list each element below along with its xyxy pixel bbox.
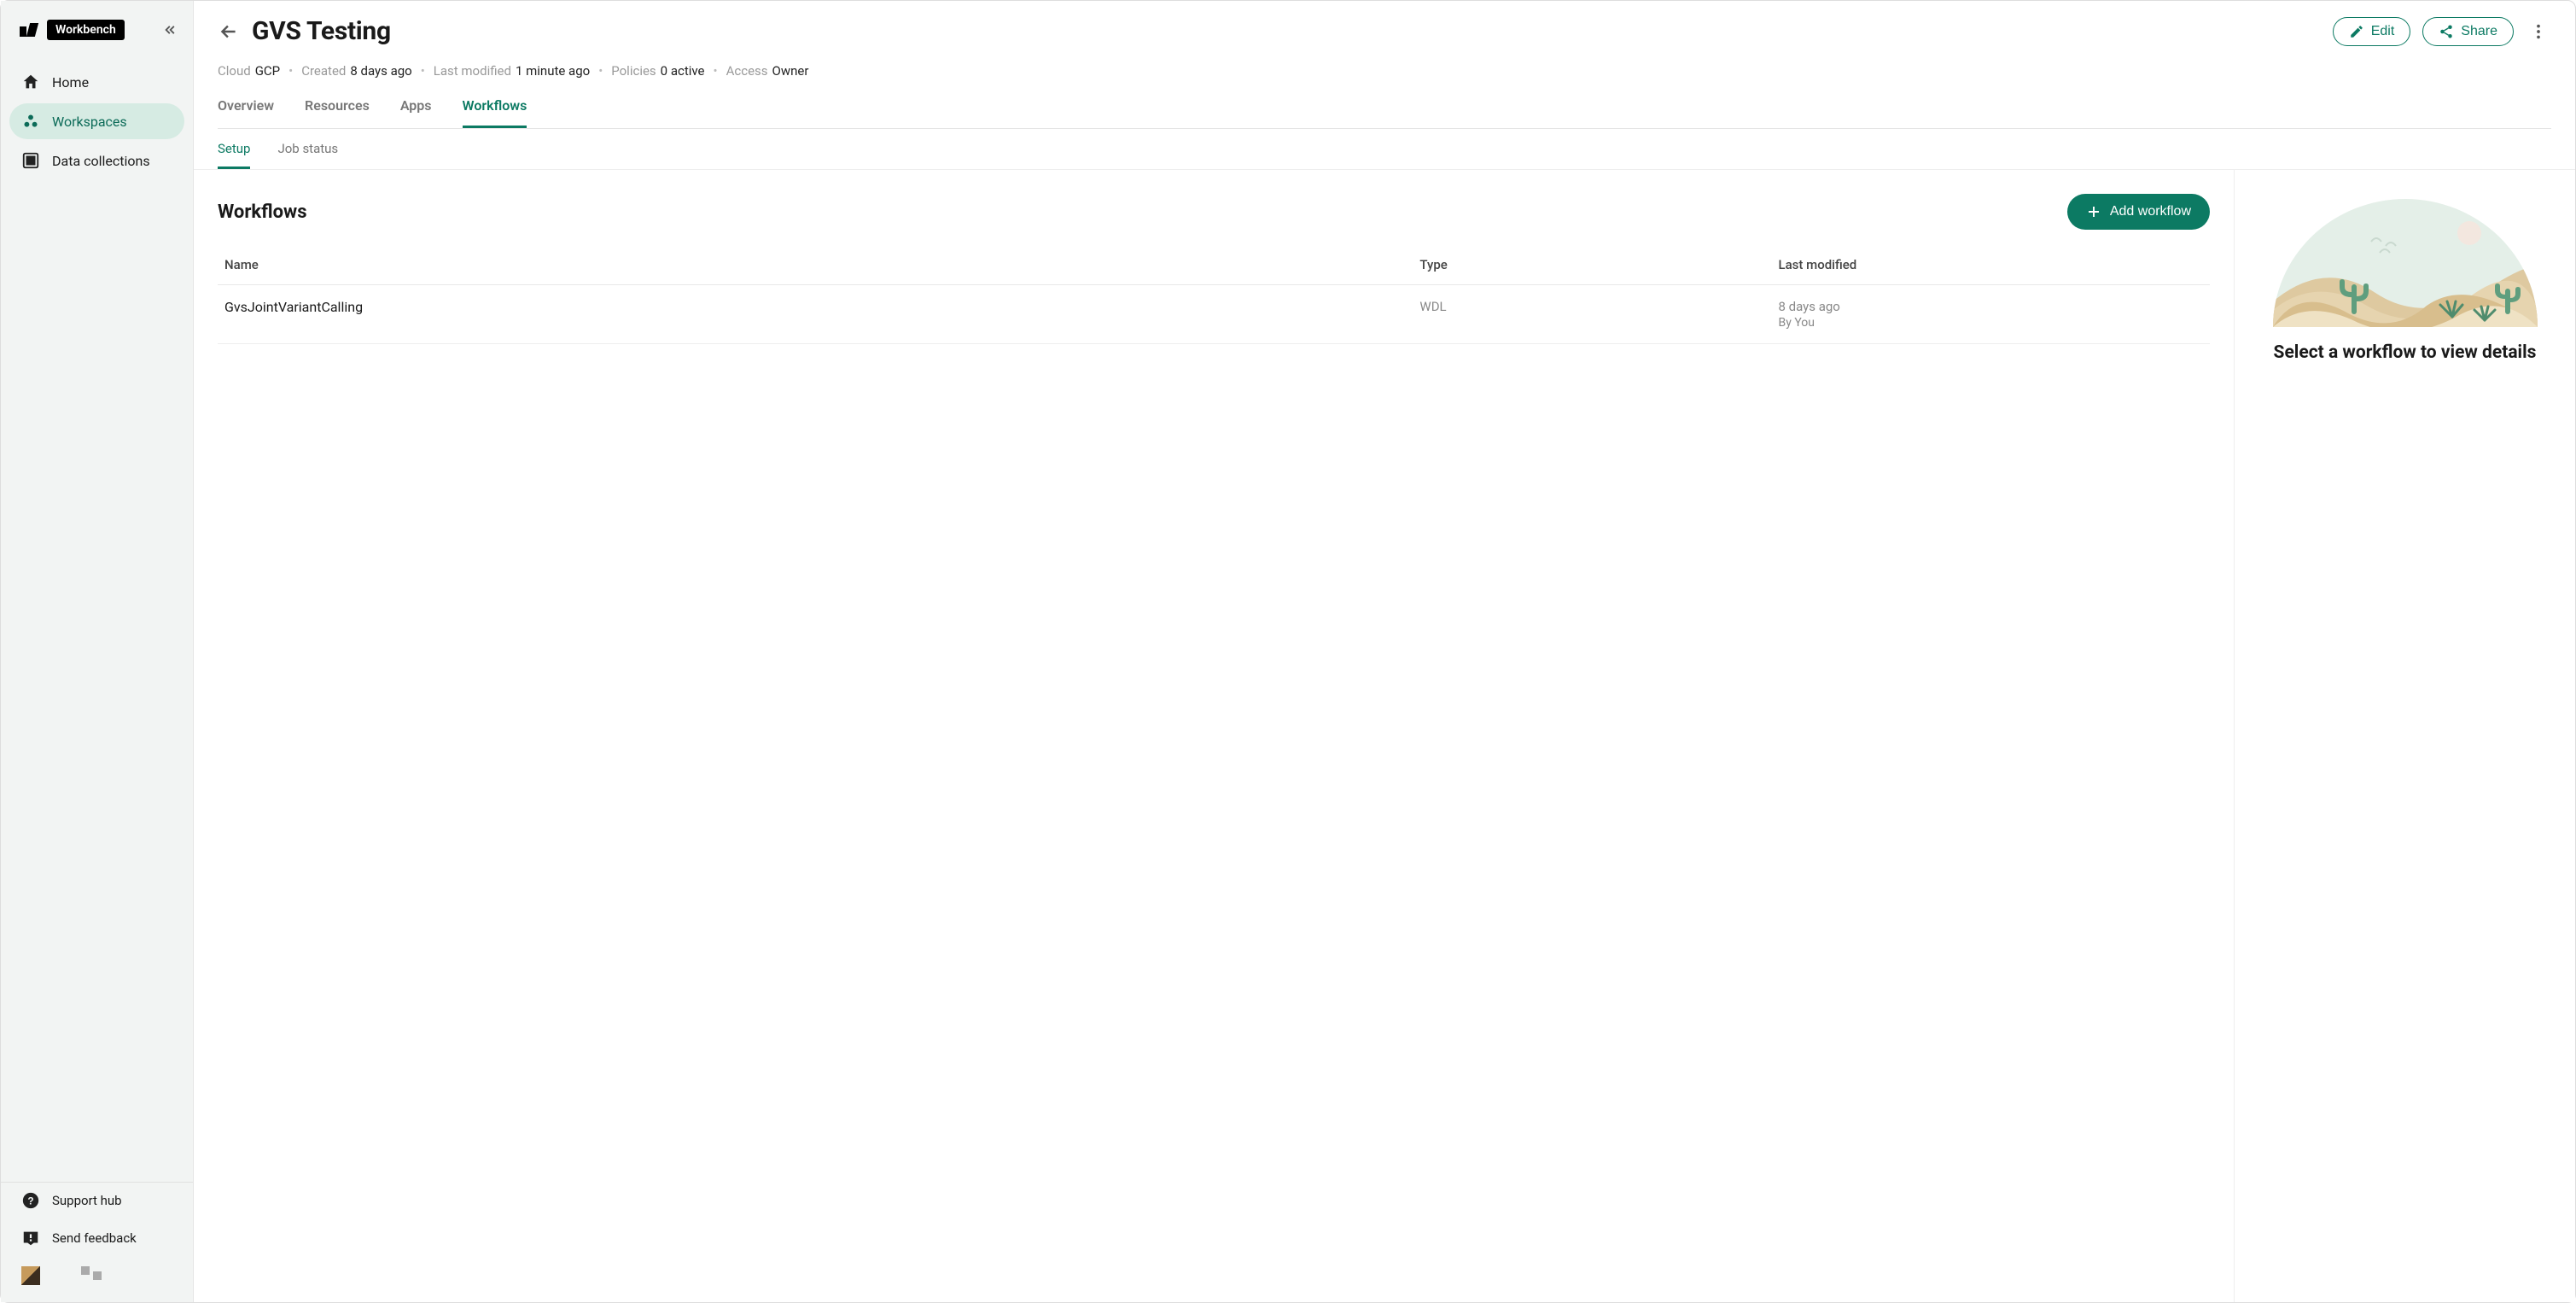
meta-policies: Policies 0 active <box>611 63 704 79</box>
sidebar: Workbench Home Workspaces Data collectio… <box>1 1 194 1302</box>
workflows-table: Name Type Last modified GvsJointVariantC… <box>218 245 2210 344</box>
nav-item-support-hub[interactable]: ? Support hub <box>9 1183 184 1218</box>
meta-created: Created 8 days ago <box>301 63 412 79</box>
svg-text:?: ? <box>27 1195 33 1207</box>
workspaces-icon <box>21 112 40 131</box>
share-icon <box>2439 24 2454 39</box>
section-header: Workflows Add workflow <box>218 194 2210 230</box>
edit-label: Edit <box>2371 24 2395 39</box>
feedback-icon <box>21 1229 40 1247</box>
title-row: GVS Testing Edit Share <box>218 16 2551 46</box>
sidebar-header: Workbench <box>1 1 193 49</box>
meta-access: Access Owner <box>726 63 809 79</box>
nav-item-data-collections[interactable]: Data collections <box>9 143 184 178</box>
edit-button[interactable]: Edit <box>2333 17 2411 46</box>
meta-modified: Last modified 1 minute ago <box>434 63 590 79</box>
avatar <box>21 1266 40 1285</box>
nav-item-send-feedback[interactable]: Send feedback <box>9 1220 184 1256</box>
nav-item-workspaces[interactable]: Workspaces <box>9 103 184 139</box>
home-icon <box>21 73 40 91</box>
col-name: Name <box>218 245 1413 285</box>
sidebar-footer: ? Support hub Send feedback <box>1 1182 193 1302</box>
more-menu-button[interactable] <box>2526 19 2551 44</box>
grid-icon <box>21 151 40 170</box>
page-title: GVS Testing <box>252 16 391 46</box>
section-title: Workflows <box>218 202 307 223</box>
nav-label: Home <box>52 74 89 91</box>
workflows-section: Workflows Add workflow Name Type Last mo… <box>194 170 2234 1302</box>
add-workflow-label: Add workflow <box>2110 204 2191 219</box>
nav-label: Support hub <box>52 1193 122 1208</box>
brand-name: Workbench <box>47 20 125 40</box>
tab-resources[interactable]: Resources <box>305 97 370 128</box>
cell-modified: 8 days ago By You <box>1772 285 2211 344</box>
share-button[interactable]: Share <box>2422 17 2514 46</box>
meta-row: Cloud GCP • Created 8 days ago • Last mo… <box>218 63 2551 79</box>
primary-nav: Home Workspaces Data collections <box>1 49 193 194</box>
col-modified: Last modified <box>1772 245 2211 285</box>
nav-label: Send feedback <box>52 1230 137 1246</box>
title-actions: Edit Share <box>2333 17 2551 46</box>
content-row: Workflows Add workflow Name Type Last mo… <box>194 170 2575 1302</box>
back-button[interactable] <box>218 20 240 43</box>
nav-label: Workspaces <box>52 114 127 130</box>
workflow-subtabs: Setup Job status <box>194 129 2575 170</box>
help-icon: ? <box>21 1191 40 1210</box>
user-avatar-row[interactable] <box>9 1258 184 1290</box>
col-type: Type <box>1413 245 1771 285</box>
desert-illustration <box>2273 199 2538 327</box>
topbar: GVS Testing Edit Share Cloud GCP <box>194 1 2575 129</box>
meta-cloud: Cloud GCP <box>218 63 280 79</box>
main: GVS Testing Edit Share Cloud GCP <box>194 1 2575 1302</box>
tab-apps[interactable]: Apps <box>400 97 432 128</box>
sidebar-collapse-button[interactable] <box>160 21 178 38</box>
nav-item-home[interactable]: Home <box>9 64 184 100</box>
tab-overview[interactable]: Overview <box>218 97 274 128</box>
share-label: Share <box>2461 24 2497 39</box>
detail-placeholder-text: Select a workflow to view details <box>2274 342 2537 363</box>
table-row[interactable]: GvsJointVariantCalling WDL 8 days ago By… <box>218 285 2210 344</box>
plus-icon <box>2086 204 2101 219</box>
nav-label: Data collections <box>52 153 150 169</box>
cell-name: GvsJointVariantCalling <box>218 285 1413 344</box>
subtab-setup[interactable]: Setup <box>218 141 250 169</box>
tab-workflows[interactable]: Workflows <box>463 97 527 128</box>
workspace-tabs: Overview Resources Apps Workflows <box>218 97 2551 129</box>
avatar-decoration <box>81 1271 102 1280</box>
subtab-job-status[interactable]: Job status <box>277 141 338 169</box>
logo-icon <box>20 23 40 37</box>
cell-type: WDL <box>1413 285 1771 344</box>
detail-panel: Select a workflow to view details <box>2234 170 2575 1302</box>
pencil-icon <box>2349 24 2364 39</box>
add-workflow-button[interactable]: Add workflow <box>2067 194 2210 230</box>
